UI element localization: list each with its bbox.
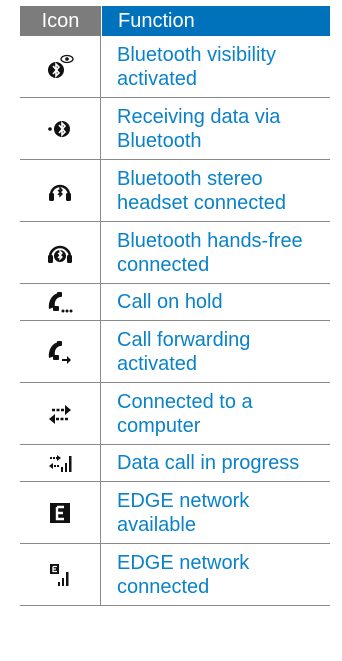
row-label: Call forwarding activated bbox=[117, 328, 251, 375]
table-row: Bluetooth visibility activated bbox=[20, 36, 330, 98]
table-row: EDGE network connected bbox=[20, 544, 330, 606]
row-label: Bluetooth hands-free connected bbox=[117, 229, 303, 276]
table-row: Data call in progress bbox=[20, 445, 330, 482]
row-label: Bluetooth visibility activated bbox=[117, 43, 276, 90]
header-icon-column: Icon bbox=[20, 6, 101, 36]
row-label: Call on hold bbox=[117, 291, 223, 313]
table-row: Bluetooth stereo headset connected bbox=[20, 160, 330, 222]
table-row: Call on hold bbox=[20, 284, 330, 321]
table-row: EDGE network available bbox=[20, 482, 330, 544]
table-row: Call forwarding activated bbox=[20, 321, 330, 383]
bluetooth-stereo-headset-icon bbox=[20, 160, 101, 221]
call-forwarding-icon bbox=[20, 321, 101, 382]
call-on-hold-icon bbox=[20, 284, 101, 320]
table-header: Icon Function bbox=[20, 6, 330, 36]
table-row: Connected to a computer bbox=[20, 383, 330, 445]
computer-connected-icon bbox=[20, 383, 101, 444]
row-label: Data call in progress bbox=[117, 452, 300, 474]
row-label: Bluetooth stereo headset connected bbox=[117, 167, 287, 214]
table-row: Bluetooth hands-free connected bbox=[20, 222, 330, 284]
header-function-column: Function bbox=[101, 6, 330, 36]
table-row: Receiving data via Bluetooth bbox=[20, 98, 330, 160]
data-call-icon bbox=[20, 445, 101, 481]
edge-available-icon bbox=[20, 482, 101, 543]
bluetooth-handsfree-icon bbox=[20, 222, 101, 283]
row-label: EDGE network available bbox=[117, 489, 250, 536]
row-label: EDGE network connected bbox=[117, 551, 250, 598]
bluetooth-visibility-icon bbox=[20, 36, 101, 97]
icon-function-table: Icon Function Bluetooth visibility activ… bbox=[20, 6, 330, 606]
edge-connected-icon bbox=[20, 544, 101, 605]
bluetooth-receiving-icon bbox=[20, 98, 101, 159]
row-label: Receiving data via Bluetooth bbox=[117, 105, 281, 152]
row-label: Connected to a computer bbox=[117, 390, 253, 437]
